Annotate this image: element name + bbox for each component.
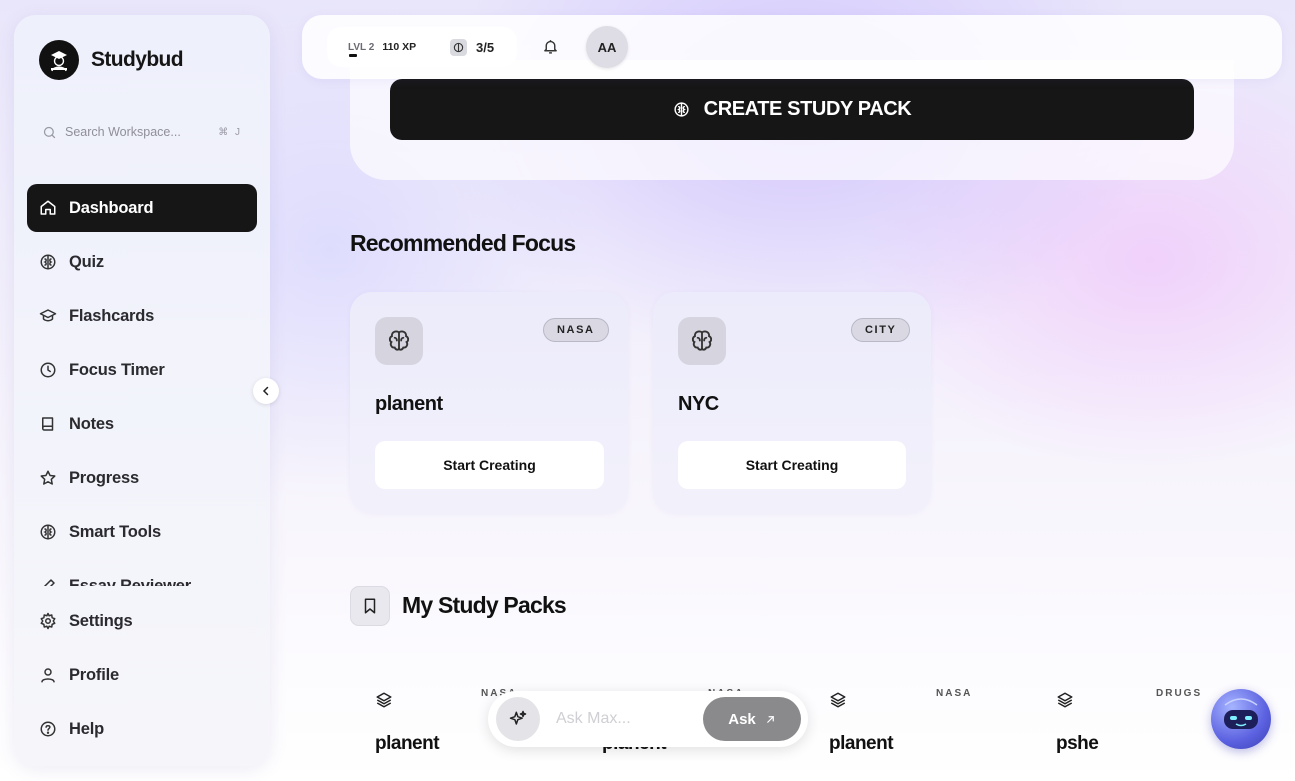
sidebar-item-profile[interactable]: Profile <box>27 651 257 699</box>
book-icon <box>42 417 54 431</box>
notifications-button[interactable] <box>542 38 559 55</box>
study-pack-card[interactable]: DRUGS pshe <box>1031 688 1231 758</box>
bookmark-icon <box>350 586 390 626</box>
clock-icon <box>40 362 56 378</box>
sidebar-nav: Dashboard Quiz Flashcards Focus Timer No… <box>27 184 257 586</box>
my-study-packs-title: My Study Packs <box>402 592 567 618</box>
level-label: LVL 2 <box>348 41 375 53</box>
sidebar-item-label: Smart Tools <box>69 522 161 541</box>
xp-progress-bar <box>349 54 357 57</box>
brand[interactable]: Studybud <box>39 40 184 80</box>
search-workspace[interactable]: Search Workspace... ⌘ J <box>42 123 242 141</box>
pack-tag: NASA <box>936 688 973 699</box>
brain-icon <box>678 317 726 365</box>
streak-icon <box>450 39 467 56</box>
sidebar-item-label: Dashboard <box>69 198 154 217</box>
sidebar-item-label: Essay Reviewer <box>69 576 191 587</box>
sidebar-item-label: Flashcards <box>69 306 155 325</box>
sidebar-item-flashcards[interactable]: Flashcards <box>27 292 257 340</box>
search-shortcut: ⌘ J <box>218 126 242 138</box>
ask-button[interactable]: Ask <box>703 697 801 741</box>
sidebar-item-label: Help <box>69 719 104 738</box>
brain-icon <box>40 254 56 270</box>
ask-button-label: Ask <box>728 710 756 728</box>
sidebar-item-essay-reviewer[interactable]: Essay Reviewer <box>27 562 257 586</box>
sidebar-item-notes[interactable]: Notes <box>27 400 257 448</box>
layers-icon <box>1057 692 1073 708</box>
topic-tag: CITY <box>851 318 911 342</box>
sparkle-icon <box>496 697 540 741</box>
top-bar: LVL 2 110 XP 3/5 AA <box>302 15 1282 79</box>
recommended-card: CITY NYC Start Creating <box>653 292 931 514</box>
pack-title: planent <box>375 733 440 754</box>
card-title: planent <box>375 393 443 415</box>
xp-status[interactable]: LVL 2 110 XP 3/5 <box>327 27 517 67</box>
search-icon <box>43 126 56 138</box>
sidebar-item-label: Notes <box>69 414 114 433</box>
topic-tag: NASA <box>543 318 609 342</box>
pack-title: planent <box>829 733 894 754</box>
create-study-pack-label: CREATE STUDY PACK <box>703 98 912 120</box>
card-title: NYC <box>678 393 719 415</box>
sidebar-item-label: Progress <box>69 468 139 487</box>
brain-icon <box>375 317 423 365</box>
brain-icon <box>674 102 689 117</box>
layers-icon <box>376 692 392 708</box>
recommended-card: NASA planent Start Creating <box>350 292 628 514</box>
sidebar-item-label: Quiz <box>69 252 104 271</box>
streak-count: 3/5 <box>476 40 495 55</box>
sidebar-item-progress[interactable]: Progress <box>27 454 257 502</box>
avatar[interactable]: AA <box>586 26 628 68</box>
recommended-focus-title: Recommended Focus <box>350 230 576 256</box>
sidebar-item-focus-timer[interactable]: Focus Timer <box>27 346 257 394</box>
star-icon <box>40 470 56 485</box>
graduation-cap-icon <box>39 309 57 322</box>
sidebar-item-smart-tools[interactable]: Smart Tools <box>27 508 257 556</box>
home-icon <box>40 200 56 215</box>
sidebar-bottom-nav: Settings Profile Help <box>27 597 257 759</box>
create-study-pack-button[interactable]: CREATE STUDY PACK <box>390 79 1194 140</box>
brand-name: Studybud <box>91 48 184 71</box>
study-pack-card[interactable]: NASA planent <box>804 688 1004 758</box>
pen-icon <box>43 579 55 586</box>
bell-icon <box>544 40 557 54</box>
brain-icon <box>40 524 56 540</box>
sidebar: Studybud Search Workspace... ⌘ J Dashboa… <box>14 15 270 766</box>
studybuddy-logo-icon <box>39 40 79 80</box>
ask-max-bar: Ask <box>488 691 808 747</box>
arrow-up-right-icon <box>766 715 774 723</box>
help-circle-icon <box>40 721 56 737</box>
search-placeholder: Search Workspace... <box>65 125 181 139</box>
sidebar-item-label: Settings <box>69 611 133 630</box>
sidebar-item-dashboard[interactable]: Dashboard <box>27 184 257 232</box>
ask-max-input[interactable] <box>556 705 696 733</box>
xp-label: 110 XP <box>382 41 417 53</box>
layers-icon <box>830 692 846 708</box>
start-creating-button[interactable]: Start Creating <box>678 441 906 489</box>
sidebar-item-help[interactable]: Help <box>27 705 257 753</box>
robot-mascot-icon[interactable] <box>1211 689 1271 749</box>
sidebar-item-label: Focus Timer <box>69 360 165 379</box>
sidebar-item-quiz[interactable]: Quiz <box>27 238 257 286</box>
start-creating-button[interactable]: Start Creating <box>375 441 604 489</box>
chevron-left-icon <box>262 386 269 396</box>
gear-icon <box>40 612 56 630</box>
pack-title: pshe <box>1056 733 1099 754</box>
sidebar-item-label: Profile <box>69 665 119 684</box>
user-icon <box>41 668 55 683</box>
sidebar-item-settings[interactable]: Settings <box>27 597 257 645</box>
pack-tag: DRUGS <box>1156 688 1203 699</box>
collapse-sidebar-button[interactable] <box>253 378 279 404</box>
